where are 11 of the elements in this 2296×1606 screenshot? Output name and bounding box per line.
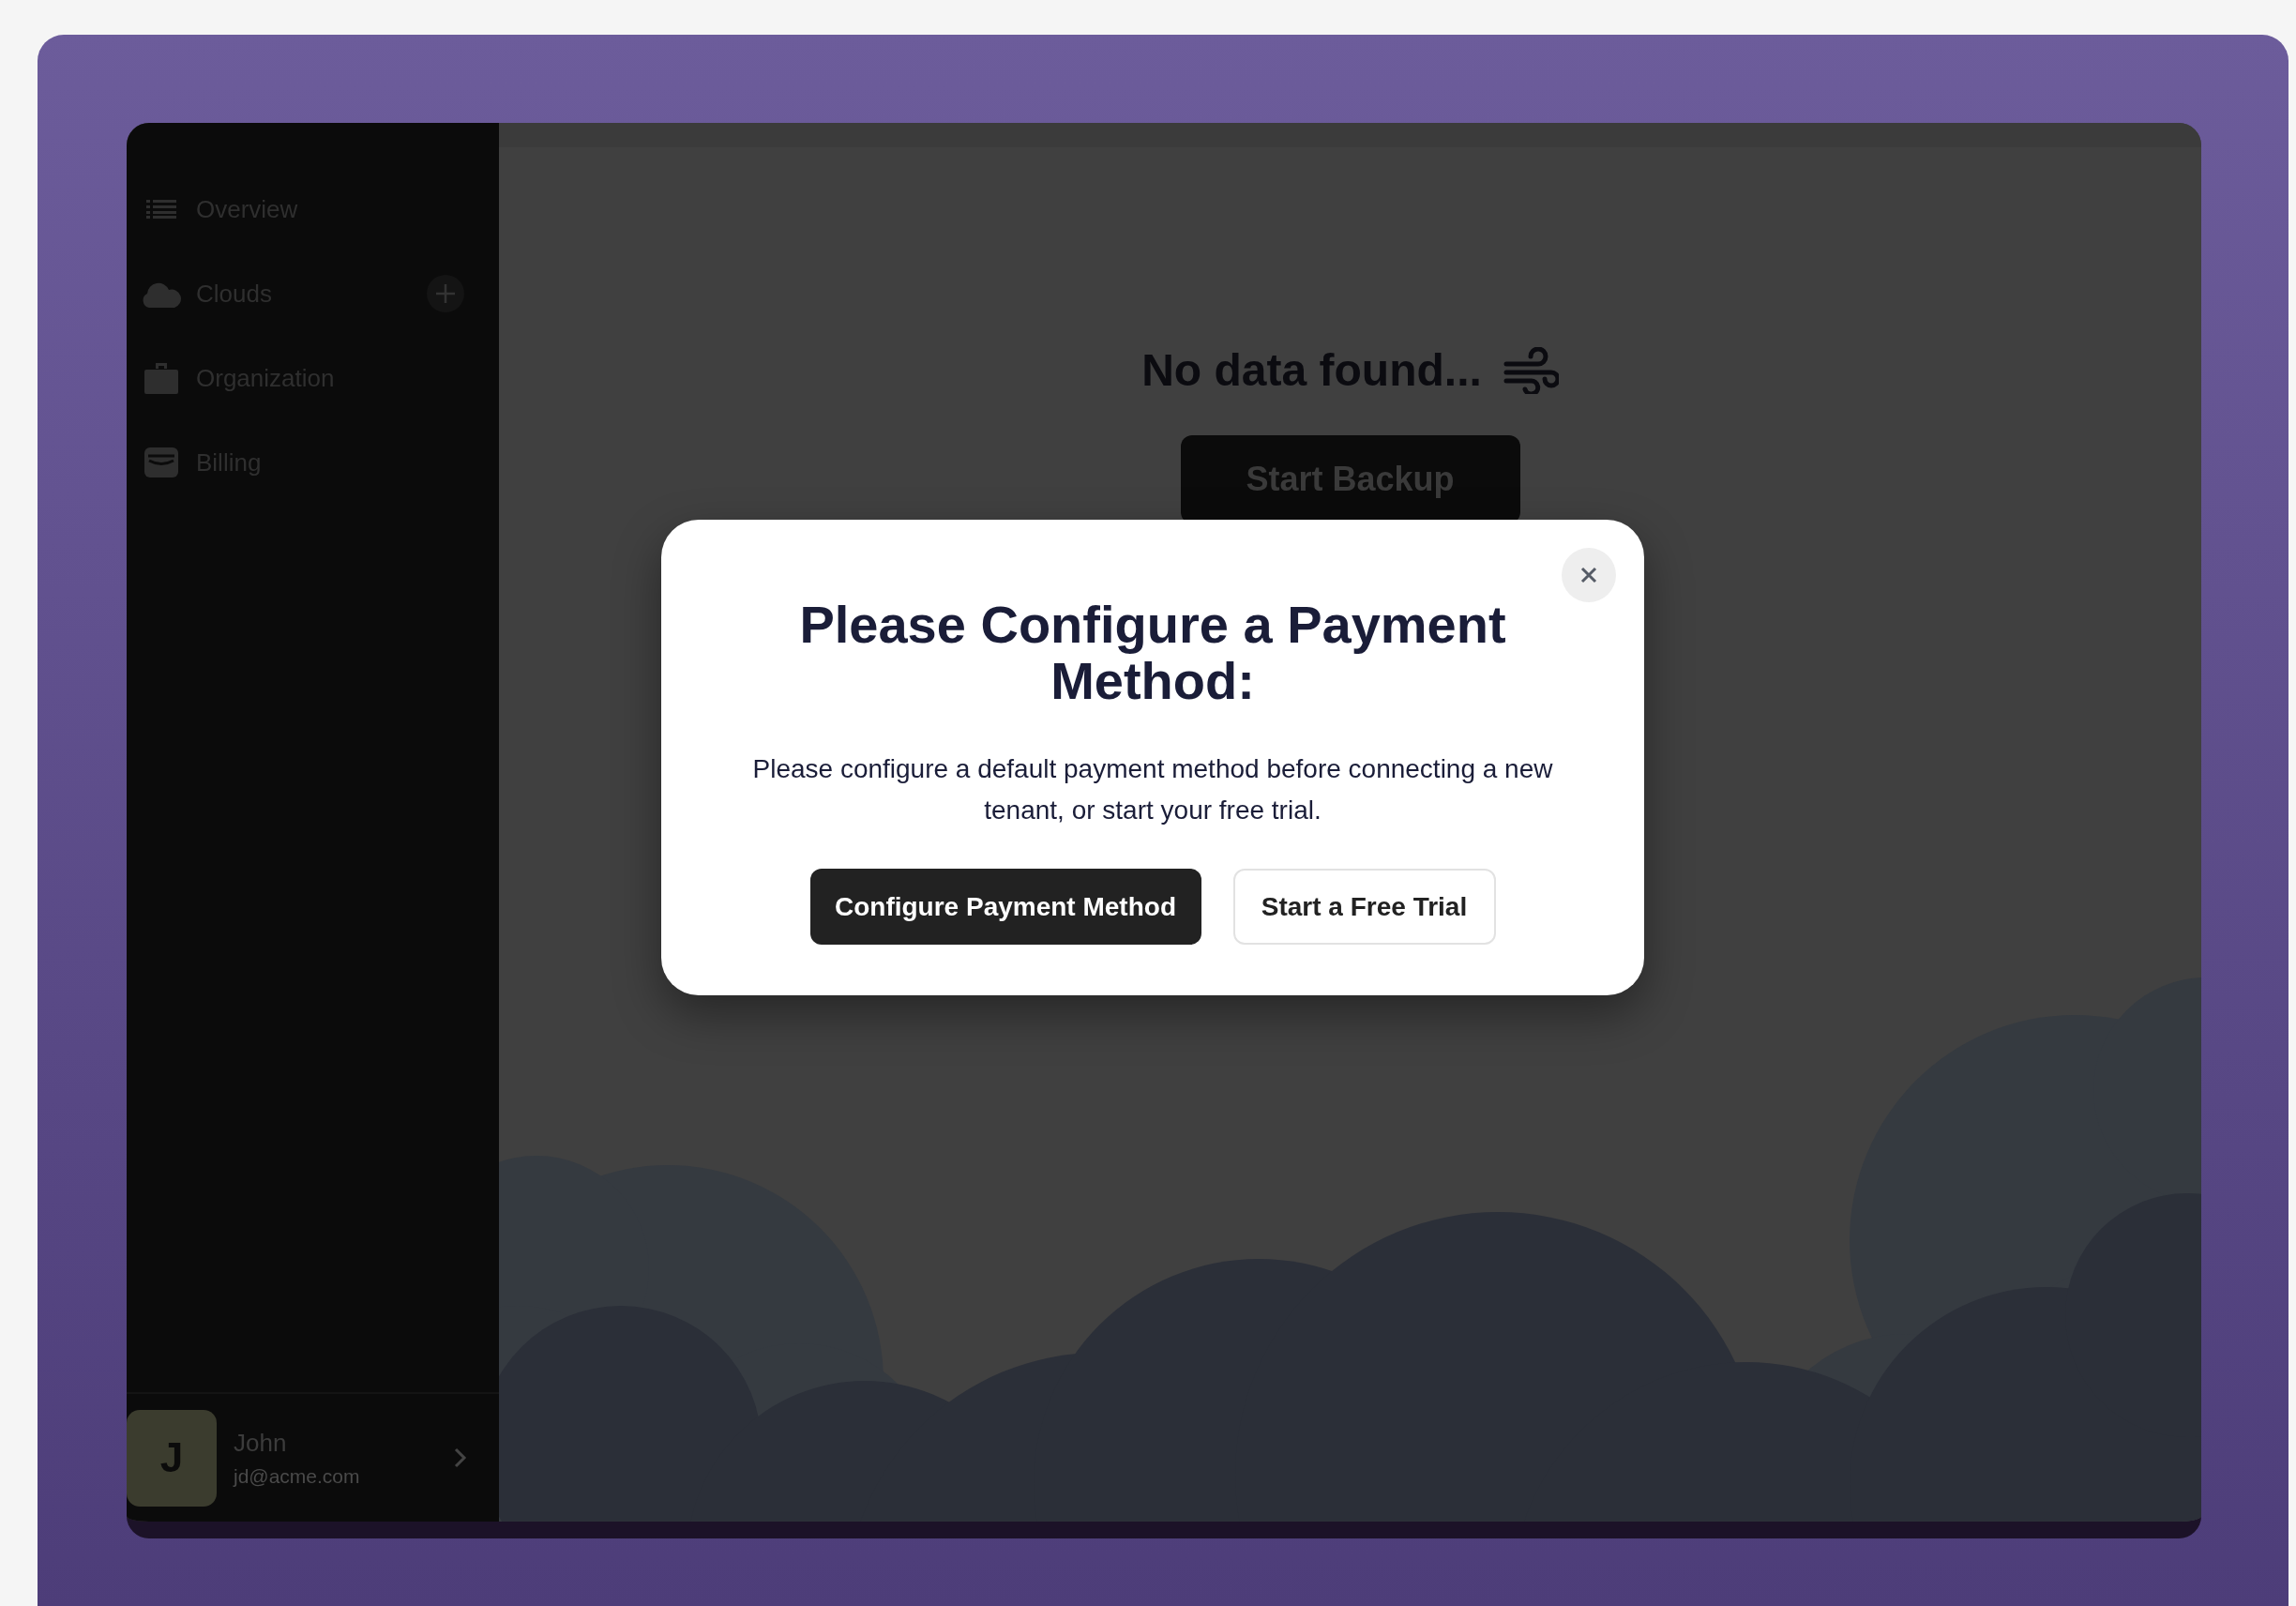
chevron-right-icon (454, 1447, 467, 1468)
close-icon (1579, 566, 1598, 584)
free-trial-button[interactable]: Start a Free Trial (1232, 869, 1496, 945)
wind-icon (1502, 346, 1559, 394)
user-email: jd@acme.com (234, 1464, 361, 1488)
plus-icon (434, 282, 457, 305)
wallet-icon (142, 447, 181, 477)
dialog-message: Please configure a default payment method before connecting a new tenant, or start your free trial. (751, 753, 1554, 826)
configure-payment-button[interactable]: Configure Payment Method (809, 869, 1201, 945)
dialog-title: Please Configure a Payment Method: (798, 597, 1507, 709)
briefcase-icon (142, 361, 181, 395)
